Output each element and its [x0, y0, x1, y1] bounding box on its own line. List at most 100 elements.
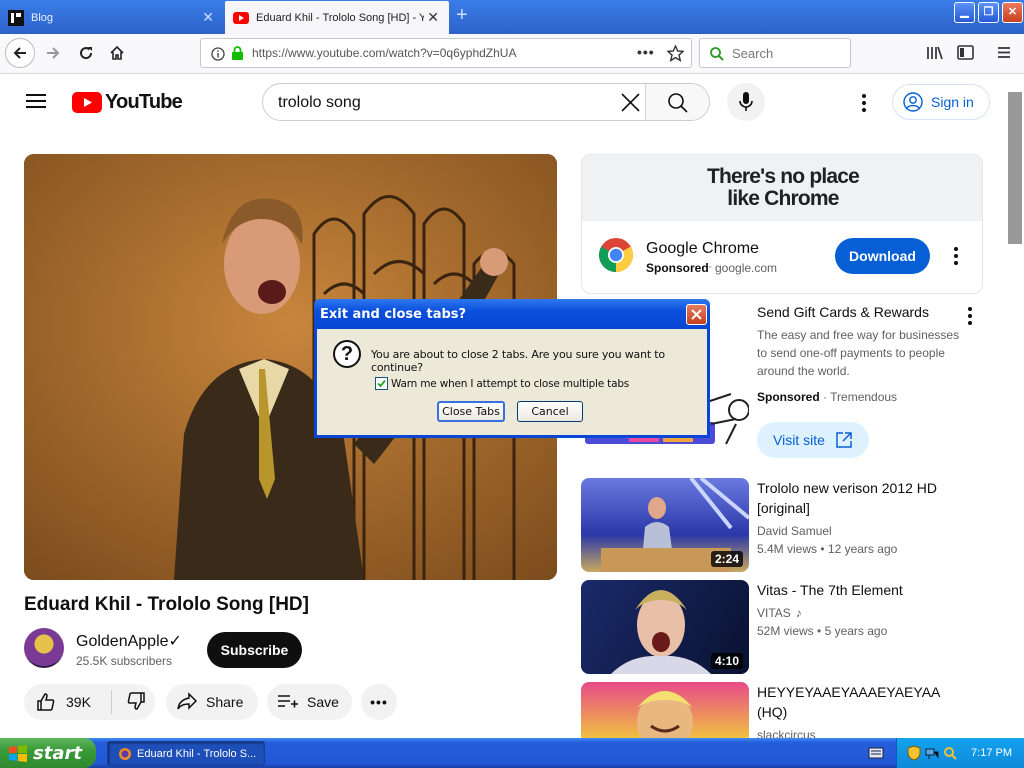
windows-logo-icon	[9, 745, 27, 762]
dialog-close-button[interactable]	[686, 304, 707, 325]
forward-icon[interactable]	[38, 38, 68, 68]
question-icon: ?	[333, 340, 361, 368]
library-icon[interactable]	[926, 45, 943, 61]
tab-close-icon[interactable]: ✕	[202, 10, 214, 24]
save-label: Save	[307, 694, 339, 710]
youtube-search-input[interactable]: trololo song	[278, 94, 361, 112]
cancel-button[interactable]: Cancel	[517, 401, 583, 422]
thumbs-down-icon	[127, 691, 145, 710]
settings-more-icon[interactable]	[862, 94, 866, 112]
sidebar-icon[interactable]	[957, 45, 974, 60]
channel-avatar[interactable]	[24, 628, 64, 668]
taskbar-item-label: Eduard Khil - Trololo S...	[137, 747, 257, 760]
like-button[interactable]: 39K	[24, 690, 112, 714]
info-icon[interactable]	[211, 47, 225, 61]
taskbar-item-firefox[interactable]: Eduard Khil - Trololo S...	[107, 741, 265, 766]
visit-site-label: Visit site	[773, 432, 825, 448]
warn-checkbox[interactable]	[375, 377, 388, 390]
security-shield-icon[interactable]	[907, 745, 921, 761]
recommendation-channel[interactable]: David Samuel	[757, 524, 832, 538]
start-button[interactable]: start	[0, 738, 96, 768]
new-tab-icon[interactable]: +	[456, 5, 468, 25]
recommendation-thumbnail[interactable]: 2:24	[581, 478, 749, 572]
download-button[interactable]: Download	[835, 238, 930, 274]
home-icon[interactable]	[102, 38, 132, 68]
firefox-icon	[119, 747, 131, 760]
save-button[interactable]: Save	[267, 684, 352, 720]
lock-icon[interactable]	[231, 46, 244, 61]
ad-banner: There's no place like Chrome	[582, 155, 982, 221]
recommendation-channel-row: VITAS ♪	[757, 606, 802, 620]
recommendation-thumbnail[interactable]: 4:10	[581, 580, 749, 674]
upload-age: 5 years ago	[824, 624, 888, 638]
minimize-window-button[interactable]: ▁	[954, 2, 975, 23]
upload-age: 12 years ago	[827, 542, 898, 556]
view-count: 5.4M views	[757, 542, 818, 556]
recommendation-stats: 52M views • 5 years ago	[757, 624, 888, 638]
subscribe-button[interactable]: Subscribe	[207, 632, 302, 668]
search-icon	[668, 92, 688, 113]
external-link-icon	[836, 432, 852, 448]
menu-icon[interactable]	[997, 46, 1011, 59]
dislike-button[interactable]	[112, 691, 146, 714]
clock[interactable]: 7:17 PM	[971, 747, 1012, 759]
microphone-icon	[739, 92, 753, 111]
ad2-sponsored-label: Sponsored	[757, 390, 820, 404]
blog-favicon-icon	[8, 9, 24, 26]
system-tray: 7:17 PM	[896, 738, 1024, 768]
music-note-icon: ♪	[795, 606, 802, 620]
reload-icon[interactable]	[71, 38, 101, 68]
tab-blog[interactable]: Blog ✕	[0, 1, 224, 34]
subscriber-count: 25.5K subscribers	[76, 654, 173, 668]
close-tabs-button[interactable]: Close Tabs	[437, 401, 505, 422]
share-label: Share	[206, 694, 244, 710]
clear-search-icon[interactable]	[621, 93, 640, 112]
recommendation-title[interactable]: Vitas - The 7th Element	[757, 580, 967, 600]
page-scrollbar-thumb[interactable]	[1008, 92, 1022, 244]
dialog-message: You are about to close 2 tabs. Are you s…	[371, 348, 665, 374]
sign-in-label: Sign in	[931, 94, 974, 110]
dialog-title: Exit and close tabs?	[320, 307, 467, 322]
browser-search-input[interactable]: Search	[699, 38, 851, 68]
close-window-button[interactable]: ✕	[1002, 2, 1023, 23]
channel-name[interactable]: GoldenApple✓	[76, 631, 182, 651]
visit-site-button[interactable]: Visit site	[757, 422, 869, 458]
hamburger-menu-icon[interactable]	[26, 93, 46, 109]
dialog-titlebar[interactable]: Exit and close tabs?	[314, 299, 710, 329]
ad2-title[interactable]: Send Gift Cards & Rewards	[757, 302, 967, 322]
recommendation-title[interactable]: HEYYEYAAEYAAAEYAEYAA (HQ)	[757, 682, 967, 722]
sign-in-button[interactable]: Sign in	[892, 84, 990, 120]
ad-sponsored-label: Sponsored	[646, 261, 709, 275]
more-actions-icon[interactable]: •••	[361, 684, 397, 720]
tab-close-icon[interactable]: ✕	[427, 10, 439, 24]
ad2-more-icon[interactable]	[968, 307, 972, 325]
share-button[interactable]: Share	[166, 684, 258, 720]
browser-search-placeholder: Search	[732, 45, 774, 61]
youtube-search-button[interactable]	[645, 84, 709, 120]
recommendation-title[interactable]: Trololo new verison 2012 HD [original]	[757, 478, 967, 518]
bookmark-star-icon[interactable]	[667, 45, 684, 62]
network-icon[interactable]	[925, 746, 939, 760]
warn-checkbox-label[interactable]: Warn me when I attempt to close multiple…	[391, 378, 629, 390]
recommendation-channel[interactable]: slackcircus	[757, 728, 816, 738]
like-count: 39K	[66, 694, 91, 710]
youtube-logo-text: YouTube	[105, 91, 183, 113]
save-playlist-icon	[278, 695, 298, 708]
video-duration: 2:24	[710, 551, 743, 567]
page-actions-icon[interactable]: •••	[637, 44, 655, 60]
tab-youtube[interactable]: Eduard Khil - Trololo Song [HD] - Y ✕	[225, 1, 449, 34]
keyboard-language-icon[interactable]	[868, 746, 884, 760]
ad-more-icon[interactable]	[954, 247, 958, 265]
voice-search-button[interactable]	[727, 83, 765, 121]
search-tray-icon[interactable]	[943, 746, 957, 760]
maximize-window-button[interactable]: ❐	[978, 2, 999, 23]
back-icon[interactable]	[5, 38, 35, 68]
recommendation-channel[interactable]: VITAS	[757, 606, 791, 620]
youtube-search-box[interactable]: trololo song	[262, 83, 710, 121]
search-icon	[710, 46, 724, 61]
recommendation-thumbnail[interactable]	[581, 682, 749, 738]
youtube-logo[interactable]: YouTube	[72, 91, 183, 114]
url-bar[interactable]: https://www.youtube.com/watch?v=0q6yphdZ…	[200, 38, 692, 68]
chrome-ad-card[interactable]: There's no place like Chrome Google Chro…	[581, 154, 983, 294]
close-icon	[691, 309, 702, 320]
